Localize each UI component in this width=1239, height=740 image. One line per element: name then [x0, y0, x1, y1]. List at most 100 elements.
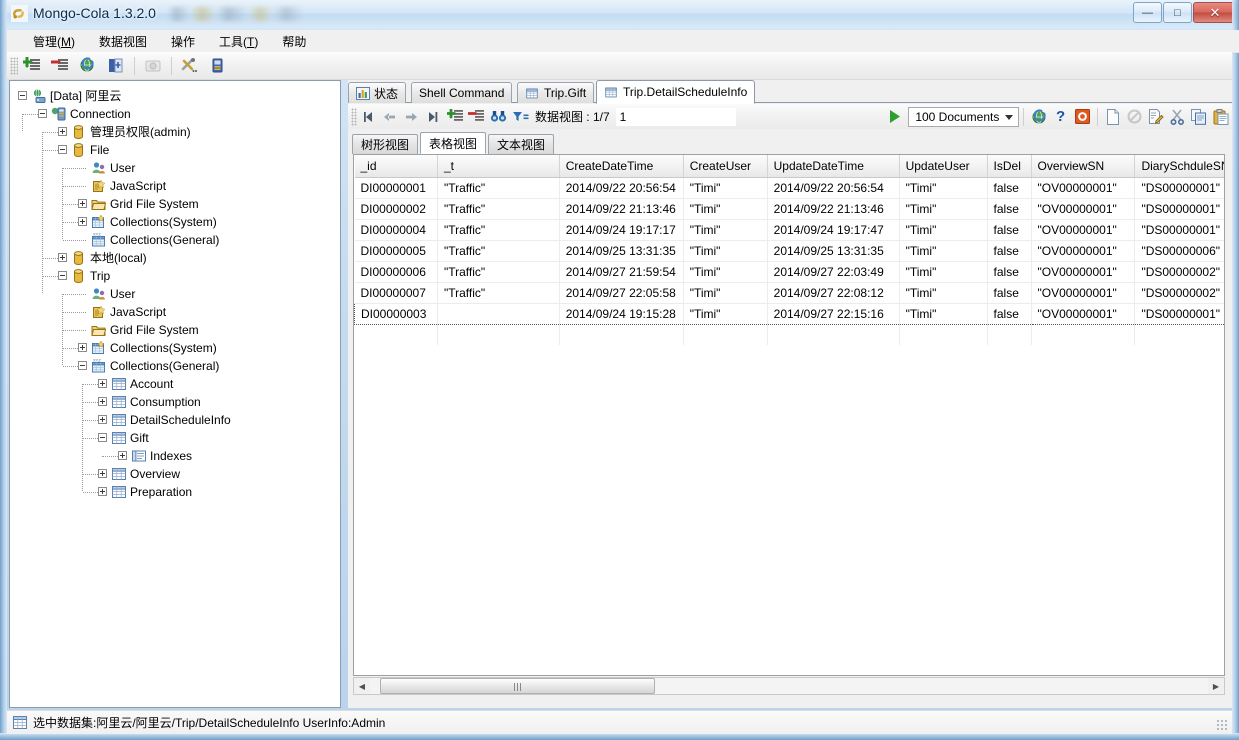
cell-_id[interactable]: DI00000006	[354, 261, 438, 283]
cell-IsDel[interactable]: false	[987, 261, 1032, 283]
scrollbar-track[interactable]	[370, 678, 1208, 694]
first-page-icon[interactable]	[358, 105, 378, 128]
navigation-tree[interactable]: [Data] 阿里云 Connection 管理员权限(admin) File User…	[9, 80, 341, 708]
cell-_t[interactable]	[437, 303, 560, 325]
cell-IsDel[interactable]: false	[987, 198, 1032, 220]
server-monitor-icon[interactable]	[205, 53, 231, 78]
cell-_id[interactable]: DI00000004	[354, 219, 438, 241]
document-tab-0[interactable]: 状态	[348, 82, 407, 103]
expand-icon[interactable]	[98, 397, 107, 406]
cell-empty[interactable]	[437, 324, 560, 345]
close-button[interactable]: ✕	[1193, 2, 1237, 23]
expand-icon[interactable]	[98, 487, 107, 496]
cell-_id[interactable]: DI00000003	[354, 303, 438, 325]
tools-icon[interactable]	[177, 53, 203, 78]
expand-icon[interactable]	[78, 199, 87, 208]
tree-node-15[interactable]: XYZ Collections(General)	[10, 357, 340, 375]
tree-node-16[interactable]: Account	[10, 375, 340, 393]
copy-icon[interactable]	[1190, 105, 1210, 128]
cell-empty[interactable]	[354, 324, 438, 345]
cell-empty[interactable]	[899, 324, 988, 345]
cell-UpdateUser[interactable]: "Timi"	[899, 177, 988, 199]
cell-UpdateUser[interactable]: "Timi"	[899, 303, 988, 325]
cell-IsDel[interactable]: false	[987, 240, 1032, 262]
cell-_id[interactable]: DI00000001	[354, 177, 438, 199]
column-header-_t[interactable]: _t	[437, 155, 560, 178]
menu-item-2[interactable]: 操作	[159, 30, 207, 53]
new-record-row[interactable]	[354, 324, 1224, 345]
maximize-button[interactable]: □	[1163, 2, 1192, 23]
cell-_t[interactable]: "Traffic"	[437, 198, 560, 220]
menu-item-0[interactable]: 管理(M)	[21, 30, 87, 53]
cell-_t[interactable]: "Traffic"	[437, 177, 560, 199]
column-header-IsDel[interactable]: IsDel	[987, 155, 1032, 178]
prev-page-icon[interactable]	[380, 105, 400, 128]
document-tab-2[interactable]: Trip.Gift	[517, 82, 595, 103]
document-tab-1[interactable]: Shell Command	[411, 82, 513, 103]
remove-connection-icon[interactable]	[47, 53, 73, 78]
cell-CreateUser[interactable]: "Timi"	[683, 198, 768, 220]
camera-icon[interactable]	[140, 53, 166, 78]
cell-OverviewSN[interactable]: "OV00000001"	[1031, 261, 1136, 283]
delete-document-icon[interactable]	[467, 105, 487, 128]
tree-node-18[interactable]: DetailScheduleInfo	[10, 411, 340, 429]
scroll-right-arrow-icon[interactable]: ▶	[1208, 678, 1224, 694]
table-row[interactable]: DI00000003 2014/09/24 19:15:28 "Timi" 2014/…	[354, 303, 1224, 325]
cell-OverviewSN[interactable]: "OV00000001"	[1031, 240, 1136, 262]
collapse-icon[interactable]	[58, 271, 67, 280]
tree-node-0[interactable]: [Data] 阿里云	[10, 87, 340, 105]
cell-DiarySchduleSN[interactable]: "DS00000001"	[1134, 177, 1224, 199]
cell-IsDel[interactable]: false	[987, 219, 1032, 241]
tree-node-20[interactable]: Indexes	[10, 447, 340, 465]
tree-node-14[interactable]: Collections(System)	[10, 339, 340, 357]
tree-node-6[interactable]: Grid File System	[10, 195, 340, 213]
cell-_t[interactable]: "Traffic"	[437, 282, 560, 304]
paste-icon[interactable]	[1211, 105, 1231, 128]
cell-DiarySchduleSN[interactable]: "DS00000001"	[1134, 303, 1224, 325]
find-icon[interactable]	[489, 105, 509, 128]
column-header-DiarySchduleSN[interactable]: DiarySchduleSN	[1134, 155, 1224, 178]
column-header-CreateUser[interactable]: CreateUser	[683, 155, 768, 178]
cell-empty[interactable]	[1134, 324, 1224, 345]
expand-icon[interactable]	[58, 253, 67, 262]
table-row[interactable]: DI00000007 "Traffic" 2014/09/27 22:05:58 "T…	[354, 282, 1224, 304]
expand-icon[interactable]	[98, 379, 107, 388]
tree-node-10[interactable]: Trip	[10, 267, 340, 285]
column-header-CreateDateTime[interactable]: CreateDateTime	[559, 155, 684, 178]
collapse-icon[interactable]	[78, 361, 87, 370]
cell-UpdateDateTime[interactable]: 2014/09/27 22:08:12	[767, 282, 900, 304]
tree-node-4[interactable]: User	[10, 159, 340, 177]
next-page-icon[interactable]	[402, 105, 422, 128]
tree-node-2[interactable]: 管理员权限(admin)	[10, 123, 340, 141]
cell-UpdateDateTime[interactable]: 2014/09/27 22:03:49	[767, 261, 900, 283]
menu-item-4[interactable]: 帮助	[270, 30, 318, 53]
cancel-icon[interactable]	[1125, 105, 1145, 128]
cell-CreateUser[interactable]: "Timi"	[683, 282, 768, 304]
add-connection-icon[interactable]	[19, 53, 45, 78]
cell-_id[interactable]: DI00000005	[354, 240, 438, 262]
tree-node-5[interactable]: JavaScript	[10, 177, 340, 195]
tree-node-13[interactable]: Grid File System	[10, 321, 340, 339]
cell-DiarySchduleSN[interactable]: "DS00000001"	[1134, 219, 1224, 241]
tree-node-21[interactable]: Overview	[10, 465, 340, 483]
cell-CreateUser[interactable]: "Timi"	[683, 303, 768, 325]
collapse-icon[interactable]	[58, 145, 67, 154]
view-tab-1[interactable]: 表格视图	[420, 132, 486, 154]
nav-toolbar-grip[interactable]	[351, 107, 358, 126]
table-row[interactable]: DI00000005 "Traffic" 2014/09/25 13:31:35 "T…	[354, 240, 1224, 262]
cell-UpdateUser[interactable]: "Timi"	[899, 219, 988, 241]
cell-CreateDateTime[interactable]: 2014/09/25 13:31:35	[559, 240, 684, 262]
tree-node-19[interactable]: Gift	[10, 429, 340, 447]
cell-empty[interactable]	[683, 324, 768, 345]
expand-icon[interactable]	[98, 469, 107, 478]
cell-UpdateDateTime[interactable]: 2014/09/22 20:56:54	[767, 177, 900, 199]
expand-icon[interactable]	[118, 451, 127, 460]
cell-UpdateDateTime[interactable]: 2014/09/22 21:13:46	[767, 198, 900, 220]
table-row[interactable]: DI00000006 "Traffic" 2014/09/27 21:59:54 "T…	[354, 261, 1224, 283]
cell-_t[interactable]: "Traffic"	[437, 219, 560, 241]
minimize-button[interactable]: —	[1133, 2, 1162, 23]
tree-node-9[interactable]: 本地(local)	[10, 249, 340, 267]
cell-CreateUser[interactable]: "Timi"	[683, 177, 768, 199]
help-icon[interactable]: ?	[1051, 105, 1071, 128]
cell-_id[interactable]: DI00000002	[354, 198, 438, 220]
